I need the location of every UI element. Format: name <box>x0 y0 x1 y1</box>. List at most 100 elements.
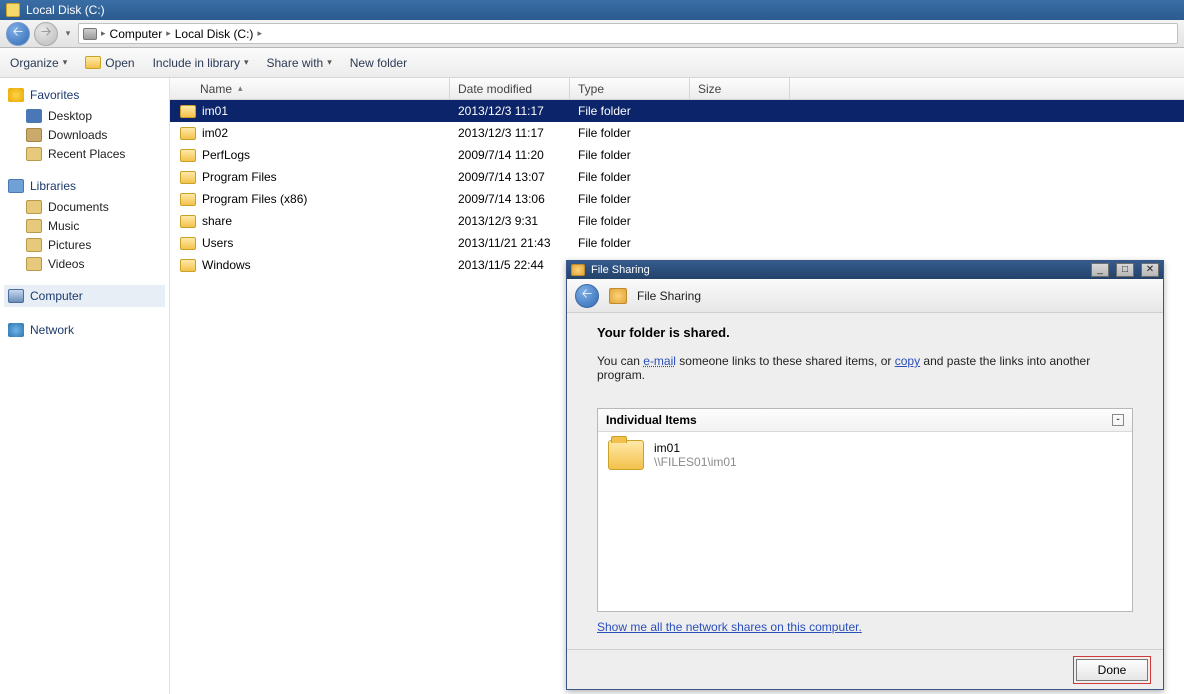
file-rows: im012013/12/3 11:17File folderim022013/1… <box>170 100 1184 276</box>
file-row[interactable]: share2013/12/3 9:31File folder <box>170 210 1184 232</box>
include-in-library-button[interactable]: Include in library ▾ <box>153 56 249 70</box>
column-date[interactable]: Date modified <box>450 78 570 99</box>
folder-icon <box>180 171 196 184</box>
file-sharing-dialog: File Sharing _ □ ✕ 🡠 File Sharing Your f… <box>566 260 1164 690</box>
file-type: File folder <box>570 126 690 140</box>
share-with-button[interactable]: Share with ▾ <box>267 56 332 70</box>
column-name[interactable]: Name <box>170 78 450 99</box>
include-label: Include in library <box>153 56 240 70</box>
column-headers: Name Date modified Type Size <box>170 78 1184 100</box>
chevron-right-icon: ▸ <box>257 28 262 39</box>
music-icon <box>26 219 42 233</box>
file-date: 2009/7/14 13:06 <box>450 192 570 206</box>
nav-downloads[interactable]: Downloads <box>4 125 165 144</box>
breadcrumb-computer[interactable]: Computer <box>110 27 163 41</box>
file-name: Users <box>202 236 233 250</box>
window-title: Local Disk (C:) <box>26 3 105 17</box>
individual-items-header: Individual Items - <box>598 409 1132 432</box>
nav-pictures-label: Pictures <box>48 238 91 252</box>
organize-button[interactable]: Organize ▾ <box>10 56 67 70</box>
shared-item[interactable]: im01 \\FILES01\im01 <box>598 432 1132 478</box>
libraries-header[interactable]: Libraries <box>4 175 165 197</box>
nav-computer[interactable]: Computer <box>4 285 165 307</box>
file-type: File folder <box>570 192 690 206</box>
file-name: Program Files <box>202 170 277 184</box>
dialog-header: 🡠 File Sharing <box>567 279 1163 313</box>
dialog-back-button[interactable]: 🡠 <box>575 284 599 308</box>
folder-icon <box>180 215 196 228</box>
drive-icon <box>83 28 97 40</box>
pictures-icon <box>26 238 42 252</box>
file-type: File folder <box>570 236 690 250</box>
maximize-button[interactable]: □ <box>1116 263 1134 277</box>
file-row[interactable]: im022013/12/3 11:17File folder <box>170 122 1184 144</box>
organize-label: Organize <box>10 56 59 70</box>
folder-icon <box>180 149 196 162</box>
nav-desktop[interactable]: Desktop <box>4 106 165 125</box>
folder-icon <box>180 237 196 250</box>
nav-videos[interactable]: Videos <box>4 254 165 273</box>
folder-icon <box>180 193 196 206</box>
breadcrumb[interactable]: ▸ Computer ▸ Local Disk (C:) ▸ <box>78 23 1178 44</box>
open-label: Open <box>105 56 134 70</box>
collapse-button[interactable]: - <box>1112 414 1124 426</box>
favorites-header[interactable]: Favorites <box>4 84 165 106</box>
column-type[interactable]: Type <box>570 78 690 99</box>
file-row[interactable]: Program Files2009/7/14 13:07File folder <box>170 166 1184 188</box>
dialog-titlebar[interactable]: File Sharing _ □ ✕ <box>567 261 1163 279</box>
folder-icon <box>608 440 644 470</box>
folder-icon <box>180 259 196 272</box>
nav-documents-label: Documents <box>48 200 109 214</box>
file-row[interactable]: PerfLogs2009/7/14 11:20File folder <box>170 144 1184 166</box>
nav-music[interactable]: Music <box>4 216 165 235</box>
folder-icon <box>180 105 196 118</box>
open-button[interactable]: Open <box>85 56 134 70</box>
file-name: im01 <box>202 104 228 118</box>
file-date: 2013/11/21 21:43 <box>450 236 570 250</box>
forward-button[interactable]: 🡢 <box>34 22 58 46</box>
folder-icon <box>180 127 196 140</box>
chevron-down-icon: ▾ <box>63 57 68 68</box>
folder-open-icon <box>85 56 101 69</box>
nav-documents[interactable]: Documents <box>4 197 165 216</box>
people-icon <box>609 288 627 304</box>
nav-videos-label: Videos <box>48 257 84 271</box>
email-link[interactable]: e-mail <box>643 354 676 368</box>
favorites-label: Favorites <box>30 88 79 102</box>
close-button[interactable]: ✕ <box>1141 263 1159 277</box>
network-icon <box>8 323 24 337</box>
individual-items-box: Individual Items - im01 \\FILES01\im01 <box>597 408 1133 612</box>
nav-recent-places[interactable]: Recent Places <box>4 144 165 163</box>
nav-computer-label: Computer <box>30 289 83 303</box>
copy-link[interactable]: copy <box>895 354 920 368</box>
nav-desktop-label: Desktop <box>48 109 92 123</box>
address-bar: 🡠 🡢 ▾ ▸ Computer ▸ Local Disk (C:) ▸ <box>0 20 1184 48</box>
chevron-down-icon: ▾ <box>244 57 249 68</box>
nav-history-dropdown[interactable]: ▾ <box>62 22 74 46</box>
people-icon <box>571 264 585 276</box>
file-row[interactable]: Users 2013/11/21 21:43File folder <box>170 232 1184 254</box>
minimize-button[interactable]: _ <box>1091 263 1109 277</box>
documents-icon <box>26 200 42 214</box>
file-name: im02 <box>202 126 228 140</box>
recent-icon <box>26 147 42 161</box>
file-date: 2009/7/14 13:07 <box>450 170 570 184</box>
chevron-down-icon: ▾ <box>327 57 332 68</box>
desktop-icon <box>26 109 42 123</box>
chevron-right-icon: ▸ <box>166 28 171 39</box>
command-bar: Organize ▾ Open Include in library ▾ Sha… <box>0 48 1184 78</box>
nav-network[interactable]: Network <box>4 319 165 341</box>
file-row[interactable]: im012013/12/3 11:17File folder <box>170 100 1184 122</box>
column-size[interactable]: Size <box>690 78 790 99</box>
breadcrumb-localdisk[interactable]: Local Disk (C:) <box>175 27 254 41</box>
done-button[interactable]: Done <box>1076 659 1148 681</box>
file-row[interactable]: Program Files (x86)2009/7/14 13:06File f… <box>170 188 1184 210</box>
nav-pictures[interactable]: Pictures <box>4 235 165 254</box>
show-all-shares-link[interactable]: Show me all the network shares on this c… <box>597 620 1133 634</box>
file-date: 2013/12/3 11:17 <box>450 104 570 118</box>
back-button[interactable]: 🡠 <box>6 22 30 46</box>
new-folder-button[interactable]: New folder <box>350 56 407 70</box>
file-type: File folder <box>570 214 690 228</box>
file-date: 2013/11/5 22:44 <box>450 258 570 272</box>
computer-icon <box>8 289 24 303</box>
